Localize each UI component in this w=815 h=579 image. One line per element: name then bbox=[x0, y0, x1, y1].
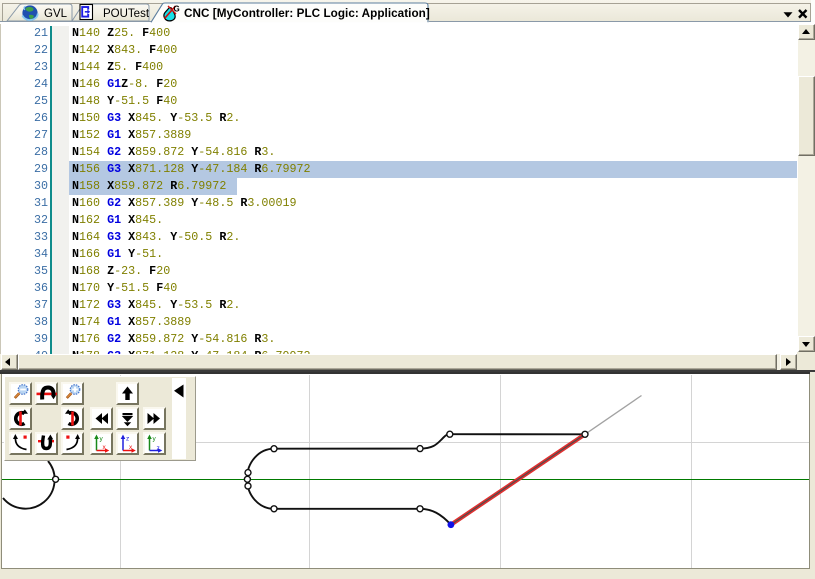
svg-text:GVL: GVL bbox=[44, 8, 68, 20]
svg-text:POUTest: POUTest bbox=[103, 8, 150, 20]
svg-text:G: G bbox=[174, 5, 180, 14]
svg-text:CNC [MyController: PLC Logic:: CNC [MyController: PLC Logic: Applicatio… bbox=[184, 7, 430, 20]
